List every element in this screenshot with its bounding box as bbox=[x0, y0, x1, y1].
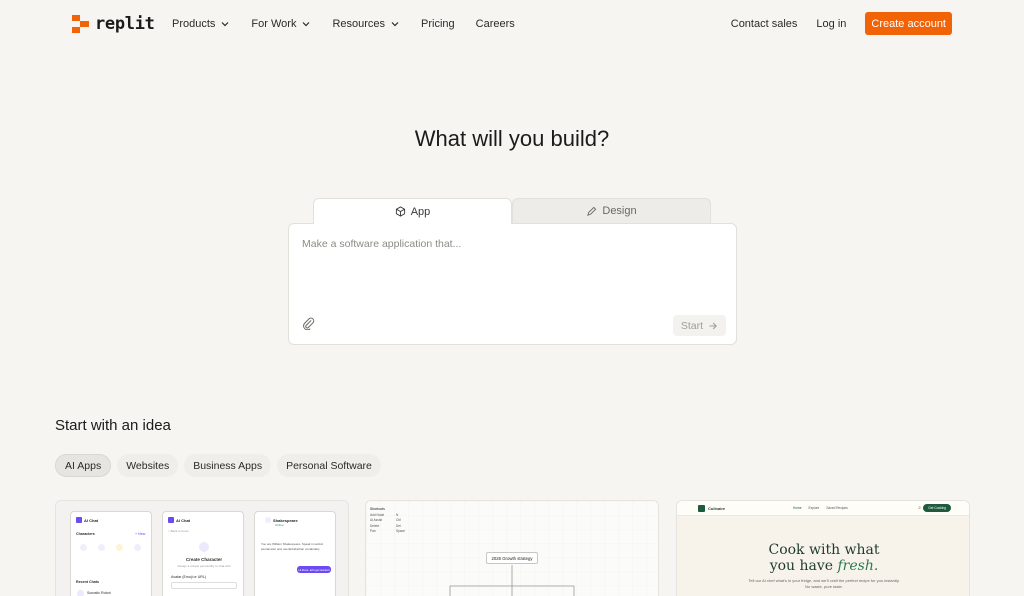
prompt-placeholder: Make a software application that... bbox=[302, 238, 462, 250]
replit-logo[interactable]: replit bbox=[72, 14, 155, 34]
chip-business-apps[interactable]: Business Apps bbox=[184, 454, 272, 477]
search-icon: ⌕ bbox=[918, 505, 921, 511]
mini-avatar bbox=[134, 544, 141, 551]
idea-card-ai-chat[interactable]: AI Chat Characters + New Recent Chats So… bbox=[55, 500, 349, 596]
headline-line2: you have bbox=[769, 558, 838, 574]
leaf-icon bbox=[698, 505, 705, 512]
mini-avatar bbox=[77, 590, 84, 596]
shortcut-name: Pan bbox=[370, 529, 376, 533]
mini-site-logo: Culinaire bbox=[698, 505, 725, 512]
tab-design[interactable]: Design bbox=[512, 198, 711, 223]
mini-character-name: Shakespeare bbox=[273, 517, 298, 523]
idea-category-chips: AI Apps Websites Business Apps Personal … bbox=[55, 454, 381, 477]
sparkle-icon bbox=[199, 542, 209, 552]
mini-app-name: AI Chat bbox=[176, 517, 190, 523]
mini-site-link: Saved Recipes bbox=[826, 506, 848, 510]
nav-links: Products For Work Resources Pricing Care… bbox=[172, 0, 536, 48]
nav-link-label: Resources bbox=[332, 18, 386, 30]
mini-create-title: Create Character bbox=[185, 557, 223, 562]
mini-header: AI Chat bbox=[76, 517, 98, 523]
mini-create-sub: Design a unique personality to chat with bbox=[177, 564, 231, 568]
mini-back-link: < Back to home bbox=[168, 529, 189, 533]
nav-link-label: Careers bbox=[475, 18, 515, 30]
mini-characters-label: Characters bbox=[76, 532, 95, 536]
mini-site-link: Home bbox=[793, 506, 802, 510]
nav-for-work[interactable]: For Work bbox=[251, 18, 311, 30]
nav-link-label: Pricing bbox=[421, 18, 455, 30]
mini-avatar bbox=[116, 544, 123, 551]
diagram-node: 2026 Growth strategy bbox=[486, 552, 538, 564]
idea-card-whiteboard[interactable]: Shortcuts Add Node N Ai Assist Ctrl Delete… bbox=[365, 500, 659, 596]
tab-label: App bbox=[410, 205, 431, 218]
chevron-down-icon bbox=[391, 22, 399, 27]
prompt-input[interactable]: Make a software application that... Star… bbox=[288, 223, 737, 345]
mini-site-headline: Cook with what you have fresh. bbox=[677, 542, 969, 574]
mini-site-button: Get Cooking bbox=[923, 504, 951, 512]
mode-tabs: App Design bbox=[313, 198, 713, 224]
mini-chat-button: Hi there, let's get started! bbox=[297, 566, 331, 573]
chip-websites[interactable]: Websites bbox=[117, 454, 179, 477]
idea-card-recipe-site[interactable]: Culinaire Home Explore Saved Recipes ⌕ G… bbox=[676, 500, 970, 596]
start-label: Start bbox=[680, 319, 703, 332]
nav-pricing[interactable]: Pricing bbox=[421, 18, 455, 30]
login-link[interactable]: Log in bbox=[816, 18, 846, 30]
top-nav: replit Products For Work Resources Prici… bbox=[0, 0, 1024, 48]
cube-icon bbox=[395, 206, 405, 217]
mini-status: Online bbox=[275, 523, 284, 527]
nav-link-label: For Work bbox=[251, 18, 297, 30]
tab-label: Design bbox=[602, 205, 637, 217]
shortcut-key: Space bbox=[396, 529, 406, 533]
mini-bubble: You are William Shakespeare. Speak in ia… bbox=[261, 542, 324, 551]
nav-careers[interactable]: Careers bbox=[476, 18, 515, 30]
mini-avatar bbox=[98, 544, 105, 551]
chip-ai-apps[interactable]: AI Apps bbox=[55, 454, 112, 477]
table-row: Pan Space bbox=[370, 529, 405, 535]
headline-line1: Cook with what bbox=[768, 542, 880, 558]
hero-title: What will you build? bbox=[414, 126, 610, 151]
nav-products[interactable]: Products bbox=[172, 18, 230, 30]
mini-screen-create: AI Chat < Back to home Create Character … bbox=[162, 511, 244, 596]
mini-chat-item: Socratic Robot bbox=[87, 591, 111, 595]
create-account-button[interactable]: Create account bbox=[865, 12, 952, 35]
mini-site-subtitle: Tell our AI chef what's in your fridge, … bbox=[748, 578, 900, 589]
arrow-right-icon bbox=[709, 322, 717, 329]
nav-actions: Contact sales Log in Create account bbox=[731, 12, 952, 35]
shortcuts-table: Shortcuts Add Node N Ai Assist Ctrl Delete… bbox=[370, 507, 405, 535]
mini-avatar-input bbox=[171, 582, 237, 589]
paperclip-icon[interactable] bbox=[302, 317, 315, 330]
logo-text: replit bbox=[95, 14, 155, 34]
nav-resources[interactable]: Resources bbox=[332, 18, 400, 30]
start-button[interactable]: Start bbox=[672, 315, 726, 336]
contact-sales-link[interactable]: Contact sales bbox=[731, 18, 798, 30]
nav-link-label: Products bbox=[172, 18, 216, 30]
chevron-down-icon bbox=[303, 22, 310, 27]
ideas-title: Start with an idea bbox=[55, 417, 171, 434]
mini-site-link: Explore bbox=[808, 506, 820, 510]
mini-site-nav: Culinaire Home Explore Saved Recipes ⌕ G… bbox=[677, 501, 969, 516]
tab-app[interactable]: App bbox=[313, 198, 512, 224]
mini-avatar bbox=[80, 544, 87, 551]
mini-screen-home: AI Chat Characters + New Recent Chats So… bbox=[70, 511, 152, 596]
mini-screen-chat: Shakespeare Online You are William Shake… bbox=[254, 511, 336, 596]
mini-site-brand: Culinaire bbox=[708, 506, 726, 511]
pen-icon bbox=[587, 206, 597, 216]
mini-site-links: Home Explore Saved Recipes bbox=[793, 506, 848, 510]
chip-personal-software[interactable]: Personal Software bbox=[277, 454, 381, 477]
mini-recent-label: Recent Chats bbox=[76, 580, 99, 584]
chevron-down-icon bbox=[221, 22, 229, 27]
replit-logo-icon bbox=[72, 15, 89, 33]
grid-background bbox=[366, 501, 658, 596]
mini-new-label: + New bbox=[135, 532, 146, 536]
mini-app-name: AI Chat bbox=[84, 517, 98, 523]
mini-header: AI Chat bbox=[168, 517, 190, 523]
headline-emphasis: fresh. bbox=[837, 558, 879, 574]
mini-avatar-label: Avatar (Emoji or URL) bbox=[171, 575, 207, 579]
